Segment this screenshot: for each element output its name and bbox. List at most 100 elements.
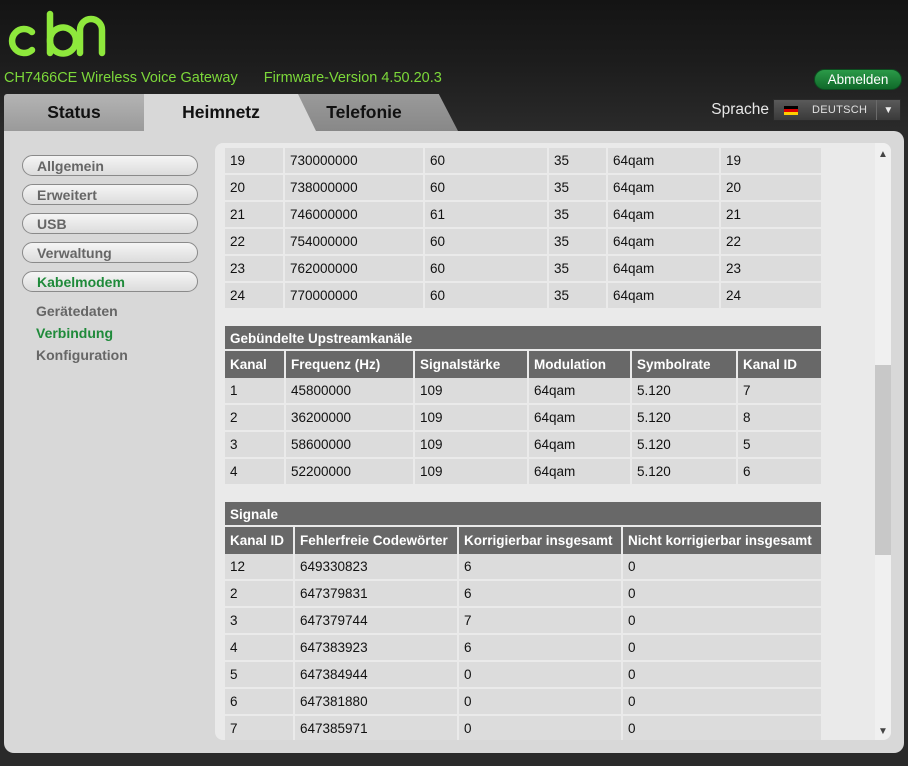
content-area[interactable]: 19 730000000 60 35 64qam 19 20 738000000 60 35 64q… — [215, 143, 891, 740]
table-row: 5 647384944 0 0 — [225, 662, 821, 689]
language-selector: Sprache DEUTSCH ▼ — [711, 99, 901, 121]
tab-heimnetz[interactable]: Heimnetz — [144, 94, 298, 131]
table-cell: 35 — [549, 175, 608, 202]
sidebar-item-verwaltung[interactable]: Verwaltung — [22, 242, 198, 263]
scroll-down-icon[interactable]: ▼ — [875, 724, 891, 738]
table-cell: 64qam — [529, 432, 632, 459]
table-cell: 647379831 — [295, 581, 459, 608]
column-header: Symbolrate — [632, 351, 738, 378]
chevron-down-icon[interactable]: ▼ — [876, 100, 900, 120]
column-header: Modulation — [529, 351, 632, 378]
sidebar-item-usb[interactable]: USB — [22, 213, 198, 234]
table-cell: 109 — [415, 432, 529, 459]
column-header: Kanal — [225, 351, 286, 378]
sidebar-subitem-geraetedaten[interactable]: Gerätedaten — [22, 300, 198, 322]
table-cell: 60 — [425, 256, 549, 283]
sidebar-subitem-verbindung[interactable]: Verbindung — [22, 322, 198, 344]
tab-status[interactable]: Status — [4, 94, 144, 131]
table-cell: 60 — [425, 283, 549, 310]
table-cell: 109 — [415, 378, 529, 405]
upstream-table: Kanal Frequenz (Hz) Signalstärke Modulation… — [225, 351, 821, 486]
table-cell: 35 — [549, 148, 608, 175]
table-row: 4 647383923 6 0 — [225, 635, 821, 662]
sidebar-subitem-konfiguration[interactable]: Konfiguration — [22, 344, 198, 366]
table-cell: 12 — [225, 554, 295, 581]
table-cell: 6 — [459, 581, 623, 608]
table-row: 7 647385971 0 0 — [225, 716, 821, 740]
table-cell: 0 — [623, 716, 821, 740]
sidebar-item-kabelmodem[interactable]: Kabelmodem — [22, 271, 198, 292]
column-header: Frequenz (Hz) — [286, 351, 415, 378]
signals-title: Signale — [225, 502, 821, 527]
table-cell: 0 — [623, 554, 821, 581]
scroll-thumb[interactable] — [875, 365, 891, 555]
language-label: Sprache — [711, 101, 769, 118]
table-row: 6 647381880 0 0 — [225, 689, 821, 716]
table-cell: 7 — [225, 716, 295, 740]
logout-button[interactable]: Abmelden — [814, 69, 902, 90]
column-header: Korrigierbar insgesamt — [459, 527, 623, 554]
table-row: 20 738000000 60 35 64qam 20 — [225, 175, 821, 202]
sidebar-item-erweitert[interactable]: Erweitert — [22, 184, 198, 205]
table-cell: 64qam — [608, 229, 721, 256]
table-cell: 0 — [459, 689, 623, 716]
table-cell: 64qam — [529, 459, 632, 486]
table-cell: 647381880 — [295, 689, 459, 716]
table-cell: 0 — [459, 716, 623, 740]
column-header: Signalstärke — [415, 351, 529, 378]
table-cell: 746000000 — [285, 202, 425, 229]
table-cell: 0 — [623, 608, 821, 635]
table-cell: 738000000 — [285, 175, 425, 202]
table-cell: 6 — [459, 635, 623, 662]
table-row: 3 647379744 7 0 — [225, 608, 821, 635]
table-cell: 64qam — [608, 175, 721, 202]
table-cell: 4 — [225, 635, 295, 662]
table-cell: 754000000 — [285, 229, 425, 256]
table-cell: 58600000 — [286, 432, 415, 459]
table-row: 2 647379831 6 0 — [225, 581, 821, 608]
table-cell: 5.120 — [632, 432, 738, 459]
tab-telefonie[interactable]: Telefonie — [298, 94, 458, 131]
table-cell: 35 — [549, 229, 608, 256]
column-header: Kanal ID — [225, 527, 295, 554]
table-cell: 1 — [225, 378, 286, 405]
downstream-table: 19 730000000 60 35 64qam 19 20 738000000 60 35 64q… — [225, 148, 821, 310]
table-cell: 7 — [459, 608, 623, 635]
table-row: 21 746000000 61 35 64qam 21 — [225, 202, 821, 229]
table-cell: 7 — [738, 378, 821, 405]
table-cell: 5.120 — [632, 378, 738, 405]
table-cell: 35 — [549, 283, 608, 310]
table-cell: 647379744 — [295, 608, 459, 635]
signals-table: Kanal ID Fehlerfreie Codewörter Korrigierb… — [225, 527, 821, 740]
table-row: 22 754000000 60 35 64qam 22 — [225, 229, 821, 256]
table-cell: 0 — [623, 662, 821, 689]
table-cell: 20 — [721, 175, 821, 202]
table-cell: 3 — [225, 432, 286, 459]
main-tabs: Telefonie Status Heimnetz — [4, 94, 464, 131]
content-scrollbar[interactable]: ▲ ▼ — [875, 143, 891, 740]
device-info: CH7466CE Wireless Voice Gateway Firmware-… — [4, 70, 442, 86]
cbn-logo — [8, 10, 106, 57]
column-header: Nicht korrigierbar insgesamt — [623, 527, 821, 554]
table-cell: 60 — [425, 148, 549, 175]
firmware-version: Firmware-Version 4.50.20.3 — [263, 70, 442, 86]
table-cell: 0 — [459, 662, 623, 689]
table-cell: 45800000 — [286, 378, 415, 405]
language-dropdown[interactable]: DEUTSCH ▼ — [773, 99, 901, 121]
table-cell: 5.120 — [632, 405, 738, 432]
scroll-up-icon[interactable]: ▲ — [875, 147, 891, 161]
sidebar-item-allgemein[interactable]: Allgemein — [22, 155, 198, 176]
table-row: 24 770000000 60 35 64qam 24 — [225, 283, 821, 310]
table-cell: 109 — [415, 405, 529, 432]
content-scroll: 19 730000000 60 35 64qam 19 20 738000000 60 35 64q… — [225, 143, 821, 740]
table-row: 1 45800000 109 64qam 5.120 7 — [225, 378, 821, 405]
table-cell: 5 — [225, 662, 295, 689]
table-cell: 64qam — [608, 148, 721, 175]
table-cell: 24 — [721, 283, 821, 310]
table-cell: 5.120 — [632, 459, 738, 486]
table-cell: 2 — [225, 581, 295, 608]
main-panel: Allgemein Erweitert USB Verwaltung Kabel… — [4, 131, 904, 753]
table-cell: 647383923 — [295, 635, 459, 662]
table-cell: 2 — [225, 405, 286, 432]
table-row: 19 730000000 60 35 64qam 19 — [225, 148, 821, 175]
